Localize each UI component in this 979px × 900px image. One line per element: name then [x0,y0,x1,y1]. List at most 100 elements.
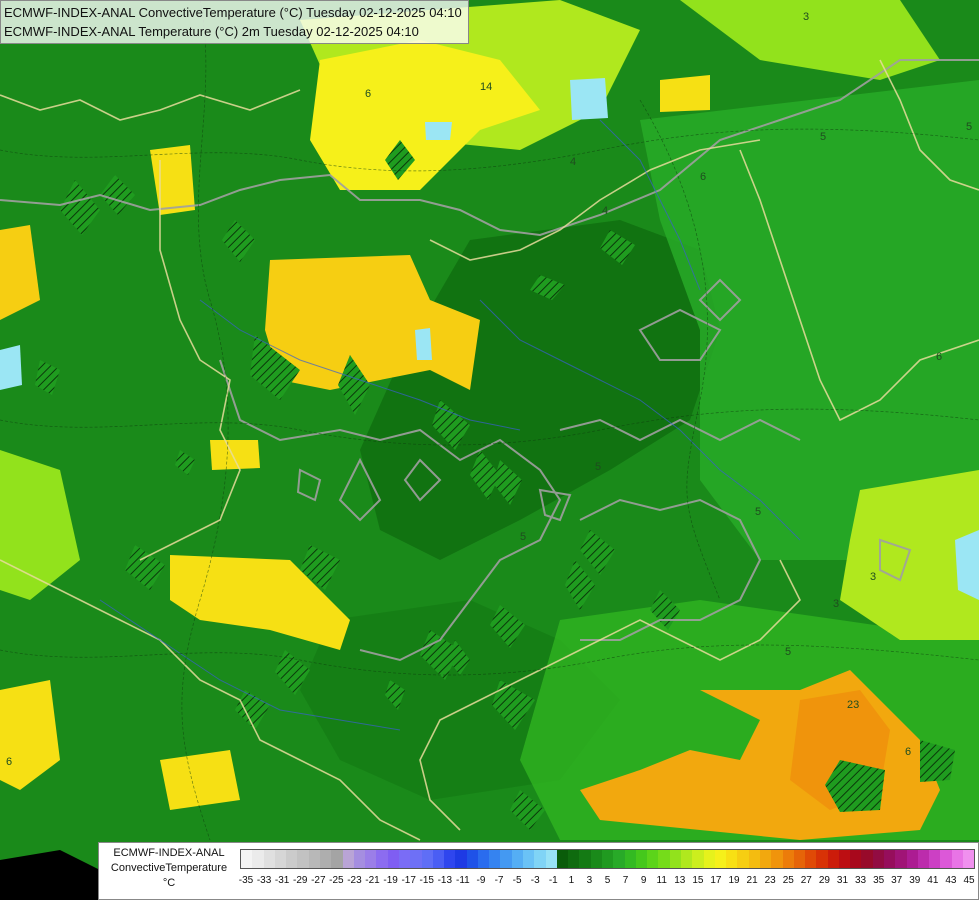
legend-tick-label: -7 [494,875,504,886]
legend-tick-label: -11 [456,875,470,886]
legend-swatch [827,850,839,868]
legend-label: ECMWF-INDEX-ANAL ConvectiveTemperature °… [101,846,237,891]
lightblue-patch-1 [570,78,608,120]
legend-label-unit: °C [162,877,176,889]
contour-label: 3 [803,11,809,23]
legend-swatch [782,850,794,868]
contour-label: 6 [6,756,12,768]
legend-swatch [568,850,580,868]
legend-tick-label: -13 [437,875,453,886]
legend-swatch [523,850,535,868]
legend-swatch [850,850,862,868]
legend-tick-label: 31 [836,875,849,886]
legend-swatch [884,850,896,868]
map-canvas: 6 5 4 4 14 5 6 5 3 5 3 23 6 6 6 5 5 3 [0,0,979,900]
contour-label: 5 [520,531,526,543]
legend-swatch [771,850,783,868]
contour-label: 3 [870,571,876,583]
contour-label: 5 [755,506,761,518]
legend-tick-label: -9 [476,875,486,886]
legend-tick-label: -27 [311,875,326,886]
legend-swatch [635,850,648,868]
legend-tick-label: -33 [256,875,272,886]
legend-swatch [714,850,727,868]
legend-swatch [365,850,377,868]
legend-tick-label: 21 [746,875,758,886]
legend-swatch [477,850,490,868]
legend-swatch [556,850,569,868]
contour-label: 5 [966,121,972,133]
yellow-patch-ne2 [660,75,710,112]
legend-tick-label: -1 [548,875,558,886]
contour-label: 6 [365,88,371,100]
legend-tick-label: 9 [640,875,647,886]
legend-swatch [613,850,625,868]
legend-swatch [624,850,636,868]
contour-label: 6 [936,351,942,363]
legend-swatch [805,850,817,868]
color-legend: ECMWF-INDEX-ANAL ConvectiveTemperature °… [98,842,979,900]
legend-tick-label: 7 [622,875,629,886]
legend-swatch [455,850,467,868]
legend-tick-label: -25 [329,875,344,886]
legend-swatch [737,850,749,868]
legend-swatch [286,850,298,868]
legend-swatch [872,850,885,868]
legend-tick-label: -17 [401,875,416,886]
legend-tick-label: 3 [586,875,593,886]
legend-swatch [759,850,772,868]
legend-swatch [940,850,952,868]
legend-swatch [308,850,320,868]
legend-swatch [590,850,602,868]
legend-swatch [241,850,253,868]
legend-swatch [466,850,478,868]
legend-tick-label: -35 [238,875,254,886]
legend-swatch [387,850,399,868]
legend-swatch [444,850,456,868]
legend-tick-label: 15 [692,875,704,886]
legend-swatch [319,850,332,868]
legend-swatch [929,850,941,868]
contour-label: 5 [820,131,826,143]
legend-tick-label: 13 [674,875,686,886]
legend-tick-label: -23 [347,875,362,886]
legend-tick-label: 39 [909,875,921,886]
legend-tick-label: -19 [383,875,398,886]
legend-tick-label: -21 [365,875,380,886]
legend-swatch [816,850,828,868]
legend-swatch [500,850,512,868]
legend-swatch [511,850,524,868]
legend-tick-label: 35 [873,875,885,886]
legend-swatch [692,850,704,868]
legend-tick-label: -31 [274,875,290,886]
legend-swatch [951,850,963,868]
legend-swatch [274,850,287,868]
legend-swatch [398,850,411,868]
contour-label: 23 [847,699,859,711]
legend-swatch [353,850,366,868]
legend-tick-label: 11 [656,875,667,886]
legend-tick-label: 5 [604,875,611,886]
legend-tick-label: 25 [782,875,794,886]
lightblue-patch-5 [415,328,432,360]
contour-label: 4 [570,156,576,168]
legend-tick-label: -5 [512,875,522,886]
legend-swatch [432,850,445,868]
legend-swatch [703,850,715,868]
legend-swatch [534,850,546,868]
title-line-temperature: ECMWF-INDEX-ANAL Temperature (°C) 2m Tue… [4,24,419,39]
legend-swatch [680,850,693,868]
legend-swatch [658,850,670,868]
legend-tick-label: -15 [419,875,434,886]
legend-tick-label: 41 [927,875,939,886]
legend-swatch [263,850,275,868]
legend-tick-label: 45 [963,875,975,886]
legend-swatch [861,850,873,868]
legend-tick-label: 37 [891,875,903,886]
legend-swatch [342,850,354,868]
legend-swatch [545,850,557,868]
yellow-patch-small-1 [210,440,260,470]
legend-ticks: -35 -33 -31 -29 -27 -25 -23 -21 -19 -17 -15 -13 -11-… [238,875,975,891]
legend-tick-label: -29 [292,875,308,886]
legend-tick-label: 29 [818,875,830,886]
